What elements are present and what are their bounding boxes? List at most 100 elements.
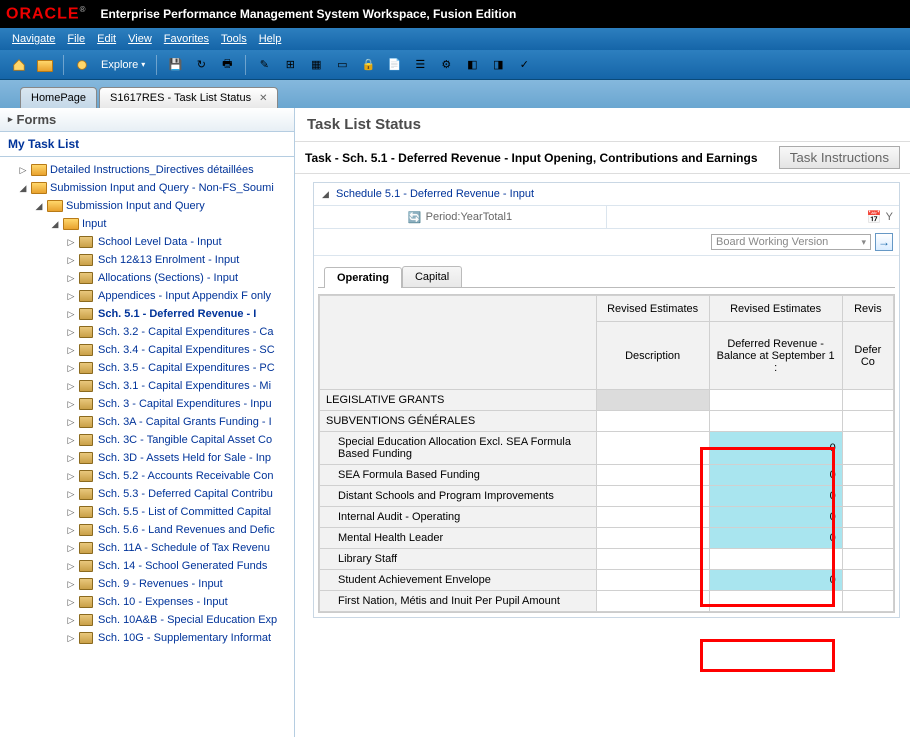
tab-homepage[interactable]: HomePage — [20, 87, 97, 108]
twisty-icon[interactable]: ▷ — [66, 399, 76, 410]
value-cell[interactable]: 0 — [709, 528, 842, 549]
tree-node[interactable]: ▷ Sch. 3 - Capital Expenditures - Inpu — [4, 395, 292, 413]
tree-node[interactable]: ◢Submission Input and Query — [4, 197, 292, 215]
twisty-icon[interactable]: ▷ — [66, 489, 76, 500]
tree-node[interactable]: ▷ Sch. 11A - Schedule of Tax Revenu — [4, 539, 292, 557]
tree-node[interactable]: ▷Sch. 14 - School Generated Funds — [4, 557, 292, 575]
twisty-icon[interactable]: ▷ — [66, 291, 76, 302]
twisty-icon[interactable]: ▷ — [66, 255, 76, 266]
twisty-icon[interactable]: ▷ — [66, 435, 76, 446]
menu-view[interactable]: View — [122, 33, 158, 45]
tree-node[interactable]: ◢Submission Input and Query - Non-FS_Sou… — [4, 179, 292, 197]
twisty-icon[interactable]: ▷ — [18, 165, 28, 176]
tree-node[interactable]: ▷Sch. 10G - Supplementary Informat — [4, 629, 292, 647]
tree-node[interactable]: ▷ Sch. 3.4 - Capital Expenditures - SC — [4, 341, 292, 359]
tree-label[interactable]: Sch. 3.2 - Capital Expenditures - Ca — [98, 326, 273, 338]
home-icon[interactable] — [10, 56, 28, 74]
twisty-icon[interactable]: ▷ — [66, 345, 76, 356]
value-cell[interactable]: 0 — [709, 465, 842, 486]
twisty-icon[interactable]: ▷ — [66, 579, 76, 590]
desc-cell[interactable] — [596, 591, 709, 612]
tree-node[interactable]: ◢Input — [4, 215, 292, 233]
year-cell[interactable]: 📅 Y — [607, 206, 899, 228]
rules-icon[interactable]: ☰ — [411, 56, 429, 74]
tree-node[interactable]: ▷Sch. 3D - Assets Held for Sale - Inp — [4, 449, 292, 467]
tree-label[interactable]: Sch. 3.1 - Capital Expenditures - Mi — [98, 380, 271, 392]
menu-favorites[interactable]: Favorites — [158, 33, 215, 45]
twisty-icon[interactable]: ▷ — [66, 543, 76, 554]
tree-label[interactable]: Sch. 3 - Capital Expenditures - Inpu — [98, 398, 272, 410]
twisty-icon[interactable]: ◢ — [50, 219, 60, 230]
period-cell[interactable]: 🔄 Period:YearTotal1 — [314, 206, 607, 228]
desc-cell[interactable] — [596, 486, 709, 507]
tab-capital[interactable]: Capital — [402, 266, 462, 287]
twisty-icon[interactable]: ◢ — [18, 183, 28, 194]
forms-header[interactable]: ▸ Forms — [0, 108, 294, 132]
collapse-icon[interactable]: ◢ — [322, 189, 329, 199]
lock-icon[interactable]: 🔒 — [359, 56, 377, 74]
explore-button[interactable]: Explore▾ — [95, 57, 151, 73]
document-icon[interactable]: 📄 — [385, 56, 403, 74]
explore-icon[interactable] — [73, 56, 91, 74]
twisty-icon[interactable]: ▷ — [66, 525, 76, 536]
tree-label[interactable]: Sch 12&13 Enrolment - Input — [98, 254, 239, 266]
tree-node[interactable]: ▷ Sch. 5.3 - Deferred Capital Contribu — [4, 485, 292, 503]
tree-node[interactable]: ▷ School Level Data - Input — [4, 233, 292, 251]
desc-cell[interactable] — [596, 432, 709, 465]
tree-node[interactable]: ▷ Sch. 5.6 - Land Revenues and Defic — [4, 521, 292, 539]
value-cell[interactable]: 0 — [709, 570, 842, 591]
my-task-list-header[interactable]: My Task List — [0, 132, 294, 157]
tab-operating[interactable]: Operating — [324, 267, 402, 288]
tree-label[interactable]: Submission Input and Query — [66, 200, 205, 212]
tree-label[interactable]: Sch. 10 - Expenses - Input — [98, 596, 228, 608]
desc-cell[interactable] — [596, 549, 709, 570]
tree-node[interactable]: ▷ Sch. 9 - Revenues - Input — [4, 575, 292, 593]
schedule-title[interactable]: ◢ Schedule 5.1 - Deferred Revenue - Inpu… — [314, 183, 899, 206]
twisty-icon[interactable]: ▷ — [66, 381, 76, 392]
save-icon[interactable]: 💾 — [166, 56, 184, 74]
task-instructions-button[interactable]: Task Instructions — [779, 146, 900, 169]
twisty-icon[interactable]: ▷ — [66, 417, 76, 428]
tree-node[interactable]: ▷Sch. 5.1 - Deferred Revenue - I — [4, 305, 292, 323]
twisty-icon[interactable]: ▷ — [66, 363, 76, 374]
launch-icon[interactable]: ⚙ — [437, 56, 455, 74]
menu-tools[interactable]: Tools — [215, 33, 253, 45]
tree-label[interactable]: Appendices - Input Appendix F only — [98, 290, 271, 302]
tool2-icon[interactable]: ◨ — [489, 56, 507, 74]
tree-label[interactable]: Sch. 5.3 - Deferred Capital Contribu — [98, 488, 273, 500]
menu-file[interactable]: File — [61, 33, 91, 45]
tree-node[interactable]: ▷Sch. 3C - Tangible Capital Asset Co — [4, 431, 292, 449]
tab-tasklist[interactable]: S1617RES - Task List Status ✕ — [99, 87, 278, 108]
twisty-icon[interactable]: ▷ — [66, 471, 76, 482]
tree-node[interactable]: ▷ Sch. 3.1 - Capital Expenditures - Mi — [4, 377, 292, 395]
approvals-icon[interactable]: ✓ — [515, 56, 533, 74]
tree-label[interactable]: Sch. 3.4 - Capital Expenditures - SC — [98, 344, 275, 356]
tree-node[interactable]: ▷ Sch. 3A - Capital Grants Funding - I — [4, 413, 292, 431]
twisty-icon[interactable]: ▷ — [66, 309, 76, 320]
tool1-icon[interactable]: ◧ — [463, 56, 481, 74]
menu-navigate[interactable]: Navigate — [6, 33, 61, 45]
adjust-icon[interactable]: ⊞ — [281, 56, 299, 74]
tree-label[interactable]: Allocations (Sections) - Input — [98, 272, 238, 284]
value-cell[interactable]: 0 — [709, 507, 842, 528]
tree-node[interactable]: ▷Sch. 5.2 - Accounts Receivable Con — [4, 467, 292, 485]
close-icon[interactable]: ✕ — [259, 93, 267, 104]
twisty-icon[interactable]: ▷ — [66, 237, 76, 248]
desc-cell[interactable] — [596, 528, 709, 549]
tree-label[interactable]: Sch. 11A - Schedule of Tax Revenu — [98, 542, 270, 554]
tree-label[interactable]: Sch. 3A - Capital Grants Funding - I — [98, 416, 272, 428]
tree-label[interactable]: Sch. 3.5 - Capital Expenditures - PC — [98, 362, 275, 374]
print-icon[interactable]: 🖶 — [218, 56, 236, 74]
desc-cell[interactable] — [596, 570, 709, 591]
grid-icon[interactable]: ▦ — [307, 56, 325, 74]
value-cell[interactable]: 0 — [709, 432, 842, 465]
twisty-icon[interactable]: ▷ — [66, 561, 76, 572]
tree-label[interactable]: Sch. 5.6 - Land Revenues and Defic — [98, 524, 275, 536]
twisty-icon[interactable]: ▷ — [66, 597, 76, 608]
menu-help[interactable]: Help — [253, 33, 288, 45]
tree-label[interactable]: School Level Data - Input — [98, 236, 222, 248]
tree-node[interactable]: ▷ Sch. 3.2 - Capital Expenditures - Ca — [4, 323, 292, 341]
tree-label[interactable]: Sch. 9 - Revenues - Input — [98, 578, 223, 590]
twisty-icon[interactable]: ▷ — [66, 633, 76, 644]
twisty-icon[interactable]: ▷ — [66, 327, 76, 338]
